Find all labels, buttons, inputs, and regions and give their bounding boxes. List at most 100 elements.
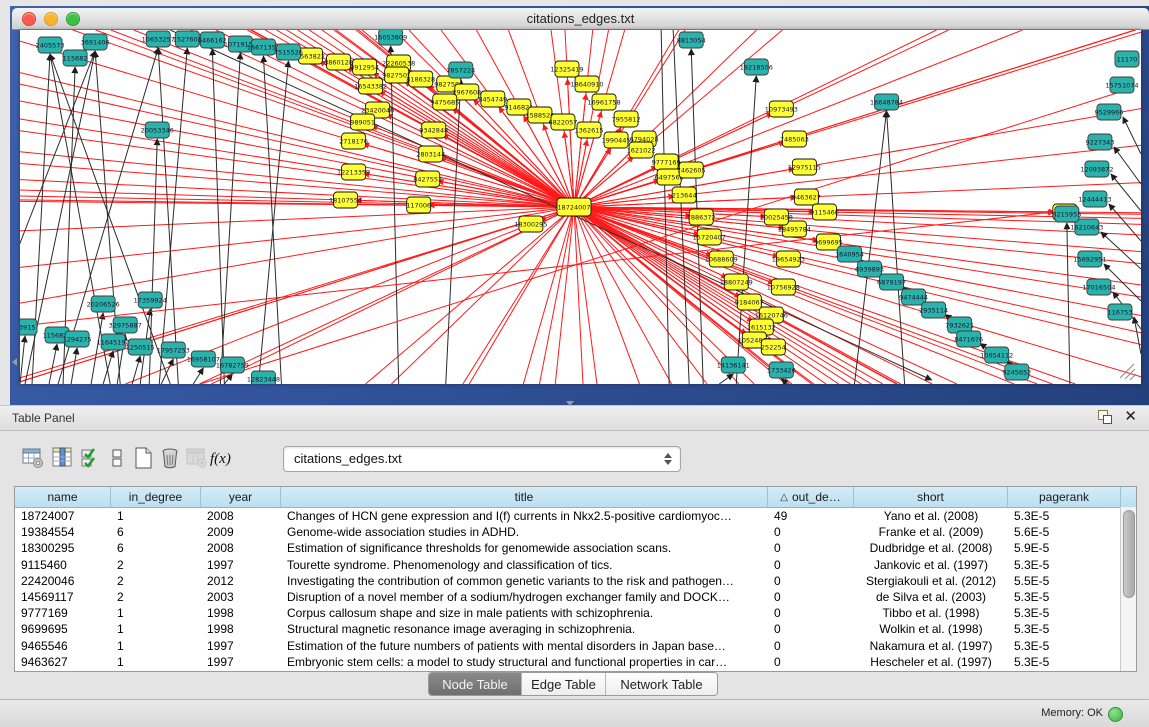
table-row[interactable]: 2242004622012Investigating the contribut… [15,573,1136,589]
cell-in_degree[interactable]: 2 [111,574,201,588]
graph-node[interactable]: 17359924 [134,292,167,308]
graph-node[interactable]: 2718176 [339,133,368,149]
graph-node[interactable]: 2803144 [416,146,445,162]
graph-node[interactable]: 17957253 [157,342,190,358]
graph-node[interactable]: 15720407 [693,229,726,245]
cell-year[interactable]: 1997 [201,639,281,653]
graph-node[interactable]: 1362615 [575,122,604,138]
cell-out_degree[interactable]: 0 [768,590,854,604]
graph-node[interactable]: 11170 [1115,51,1139,67]
column-header-out_degree[interactable]: △out_de… [768,487,854,507]
table-settings-icon[interactable] [20,443,46,473]
graph-node[interactable]: 213644 [672,187,697,203]
graph-node[interactable]: 8215955 [1052,206,1081,222]
graph-node[interactable]: 2405573 [36,37,65,53]
graph-node[interactable]: 9245652 [1002,364,1031,380]
graph-node[interactable]: 1250515 [126,339,155,355]
cell-year[interactable]: 2008 [201,509,281,523]
graph-node[interactable]: 9529966 [1094,104,1123,120]
cell-pagerank[interactable]: 5.3E-5 [1008,590,1121,604]
graph-node[interactable]: 15751074 [1105,77,1138,93]
graph-node[interactable]: 18807249 [720,274,753,290]
cell-short[interactable]: de Silva et al. (2003) [854,590,1008,604]
graph-node[interactable]: 12444413 [1078,191,1111,207]
select-column-icon[interactable] [50,443,76,473]
table-row[interactable]: 969969511998Structural magnetic resonanc… [15,621,1136,637]
cell-name[interactable]: 9115460 [15,558,111,572]
graph-node[interactable]: 1733426 [767,362,796,378]
function-builder-icon[interactable]: f(x) [208,443,234,473]
graph-node[interactable]: 2935114 [919,302,948,318]
graph-node[interactable]: 12975115 [788,159,821,175]
float-panel-icon[interactable] [1098,410,1112,424]
cell-out_degree[interactable]: 0 [768,525,854,539]
graph-node[interactable]: 16053809 [374,30,407,45]
cell-in_degree[interactable]: 1 [111,655,201,669]
graph-node[interactable]: 7955812 [612,111,641,127]
table-row[interactable]: 1938455462009Genome-wide association stu… [15,524,1136,540]
cell-title[interactable]: Estimation of significance thresholds fo… [281,541,768,555]
cell-name[interactable]: 14569117 [15,590,111,604]
graph-node[interactable]: 117006 [406,197,431,213]
table-row[interactable]: 977716911998Corpus callosum shape and si… [15,605,1136,621]
cell-in_degree[interactable]: 1 [111,509,201,523]
cell-name[interactable]: 18724007 [15,509,111,523]
column-header-name[interactable]: name [15,487,111,507]
graph-node[interactable]: 7462605 [677,162,706,178]
cell-short[interactable]: Nakamura et al. (1997) [854,639,1008,653]
cell-out_degree[interactable]: 49 [768,509,854,523]
cell-in_degree[interactable]: 6 [111,541,201,555]
tab-network-table[interactable]: Network Table [606,673,717,695]
canvas-resize-grip[interactable] [1120,364,1136,380]
graph-node[interactable]: 32975887 [109,317,142,333]
cell-short[interactable]: Franke et al. (2009) [854,525,1008,539]
cell-short[interactable]: Wolkin et al. (1998) [854,622,1008,636]
cell-in_degree[interactable]: 2 [111,590,201,604]
cell-pagerank[interactable]: 5.3E-5 [1008,639,1121,653]
splitter-handle-icon[interactable] [566,401,574,406]
graph-node[interactable]: 9463627 [792,189,821,205]
graph-node[interactable]: 14136141 [717,357,750,373]
network-graph[interactable]: 1872400775638228860128891295422260538982… [20,30,1141,384]
graph-node[interactable]: 7515526 [274,44,303,60]
column-header-year[interactable]: year [201,487,281,507]
cell-year[interactable]: 1998 [201,606,281,620]
graph-node[interactable]: 8471676 [954,331,983,347]
cell-title[interactable]: Corpus callosum shape and size in male p… [281,606,768,620]
cell-title[interactable]: Genome-wide association studies in ADHD. [281,525,768,539]
graph-node[interactable]: 20053346 [141,122,174,138]
graph-node[interactable]: 1640954 [835,246,864,262]
cell-year[interactable]: 1998 [201,622,281,636]
graph-node[interactable]: 7857224 [446,62,475,78]
cell-out_degree[interactable]: 0 [768,655,854,669]
graph-node[interactable]: 18300295 [514,216,547,232]
graph-node[interactable]: 10756928 [767,279,800,295]
graph-node[interactable]: 12213359 [337,164,370,180]
tab-node-table[interactable]: Node Table [429,673,522,695]
graph-node[interactable]: 1294275 [63,331,92,347]
table-row[interactable]: 1830029562008Estimation of significance … [15,540,1136,556]
graph-node[interactable]: 8454749 [478,91,507,107]
cell-year[interactable]: 2009 [201,525,281,539]
cell-title[interactable]: Disruption of a novel member of a sodium… [281,590,768,604]
column-header-in_degree[interactable]: in_degree [111,487,201,507]
graph-node[interactable]: 19218506 [740,59,773,75]
tab-edge-table[interactable]: Edge Table [522,673,606,695]
graph-node[interactable]: 8813054 [677,32,706,48]
cell-short[interactable]: Stergiakouli et al. (2012) [854,574,1008,588]
cell-name[interactable]: 9465546 [15,639,111,653]
cell-pagerank[interactable]: 5.6E-5 [1008,525,1121,539]
table-vertical-scrollbar[interactable] [1120,507,1136,671]
cell-in_degree[interactable]: 1 [111,606,201,620]
graph-node[interactable]: 115682 [63,50,88,66]
table-row[interactable]: 1872400712008Changes of HCN gene express… [15,508,1136,524]
delete-table-icon[interactable] [157,443,183,473]
graph-node[interactable]: 8427552 [413,171,442,187]
cell-short[interactable]: Hescheler et al. (1997) [854,655,1008,669]
graph-node[interactable]: 252254 [761,339,786,355]
cell-name[interactable]: 9777169 [15,606,111,620]
cell-name[interactable]: 22420046 [15,574,111,588]
cell-out_degree[interactable]: 0 [768,622,854,636]
cell-year[interactable]: 2012 [201,574,281,588]
cell-out_degree[interactable]: 0 [768,639,854,653]
